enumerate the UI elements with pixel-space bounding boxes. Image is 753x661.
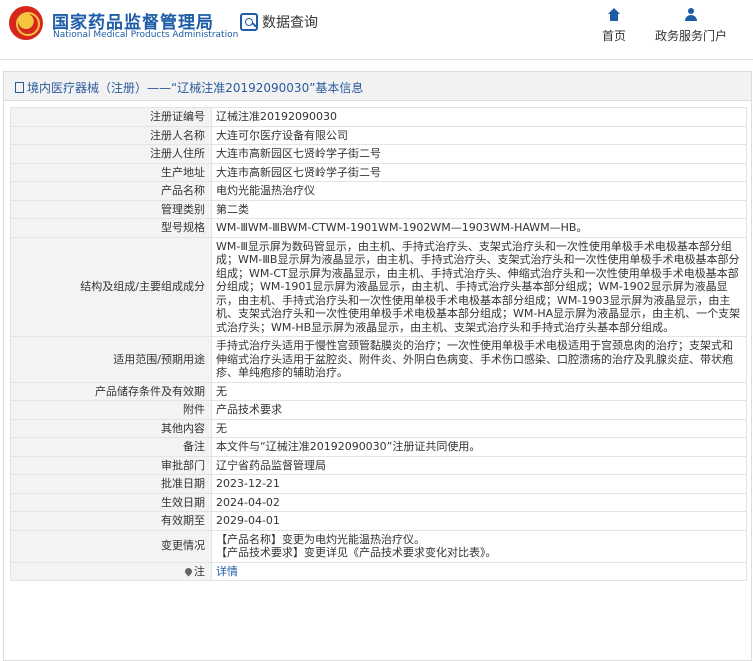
storage-validity-value: 无 — [211, 381, 747, 401]
row-label: 审批部门 — [10, 455, 212, 475]
nav-home-label: 首页 — [602, 29, 627, 43]
panel-header: 境内医疗器械（注册）——“辽械注准20192090030”基本信息 — [4, 72, 751, 101]
row-label: 产品储存条件及有效期 — [10, 381, 212, 401]
nav-gov-service-label: 政务服务门户 — [655, 29, 728, 43]
table-row: 注 详情 — [10, 561, 747, 581]
change-info-value: 【产品名称】变更为电灼光能温热治疗仪。 【产品技术要求】变更详见《产品技术要求变… — [211, 529, 747, 563]
row-label: 附件 — [10, 400, 212, 420]
row-label: 注册证编号 — [10, 107, 212, 127]
note-value-cell: 详情 — [211, 561, 747, 581]
data-query-title: 数据查询 — [262, 15, 318, 31]
nav-gov-service-portal[interactable]: 政务服务门户 — [655, 8, 727, 44]
row-label: 管理类别 — [10, 199, 212, 219]
details-link[interactable]: 详情 — [216, 565, 238, 578]
row-label: 注册人名称 — [10, 125, 212, 145]
logo-title-en[interactable]: National Medical Products Administration — [53, 30, 238, 40]
registration-info-table: 注册证编号 辽械注准20192090030 注册人名称 大连可尔医疗设备有限公司… — [10, 107, 747, 581]
attachment-value: 产品技术要求 — [211, 400, 747, 420]
row-label: 适用范围/预期用途 — [10, 336, 212, 383]
table-row: 注册人名称 大连可尔医疗设备有限公司 — [10, 125, 747, 145]
panel-title: 境内医疗器械（注册）——“辽械注准20192090030”基本信息 — [27, 81, 364, 95]
intended-use-value: 手持式治疗头适用于慢性宫颈管黏膜炎的治疗；一次性使用单极手术电极适用于宫颈息肉的… — [211, 336, 747, 383]
nav-home[interactable]: 首页 — [602, 8, 626, 44]
table-row: 管理类别 第二类 — [10, 199, 747, 219]
registration-number-value: 辽械注准20192090030 — [211, 107, 747, 127]
table-row: 生效日期 2024-04-02 — [10, 492, 747, 512]
management-category-value: 第二类 — [211, 199, 747, 219]
pin-icon — [183, 566, 194, 576]
row-label: 变更情况 — [10, 529, 212, 563]
header-divider — [0, 59, 753, 60]
site-header: 国家药品监督管理局 National Medical Products Admi… — [0, 0, 753, 56]
home-icon — [607, 8, 621, 22]
change-line-1: 【产品名称】变更为电灼光能温热治疗仪。 — [216, 532, 425, 546]
row-label: 生效日期 — [10, 492, 212, 512]
table-row: 变更情况 【产品名称】变更为电灼光能温热治疗仪。 【产品技术要求】变更详见《产品… — [10, 529, 747, 563]
registrant-name-value: 大连可尔医疗设备有限公司 — [211, 125, 747, 145]
table-row: 批准日期 2023-12-21 — [10, 474, 747, 494]
row-label: 其他内容 — [10, 418, 212, 438]
note-label-cell: 注 — [10, 561, 212, 581]
structure-composition-value: WM-Ⅲ显示屏为数码管显示，由主机、手持式治疗头、支架式治疗头和一次性使用单极手… — [211, 236, 747, 337]
row-label: 批准日期 — [10, 474, 212, 494]
row-label: 结构及组成/主要组成成分 — [10, 236, 212, 337]
effective-date-value: 2024-04-02 — [211, 492, 747, 512]
row-label: 注 — [194, 564, 205, 578]
row-label: 产品名称 — [10, 181, 212, 201]
table-row: 有效期至 2029-04-01 — [10, 511, 747, 531]
row-label: 注册人住所 — [10, 144, 212, 164]
nmpa-emblem-icon[interactable] — [9, 6, 43, 40]
table-row: 产品名称 电灼光能温热治疗仪 — [10, 181, 747, 201]
production-address-value: 大连市高新园区七贤岭学子街二号 — [211, 162, 747, 182]
document-icon — [15, 82, 24, 93]
data-query-icon — [240, 13, 258, 31]
other-content-value: 无 — [211, 418, 747, 438]
table-row: 附件 产品技术要求 — [10, 400, 747, 420]
approval-date-value: 2023-12-21 — [211, 474, 747, 494]
table-row: 注册人住所 大连市高新园区七贤岭学子街二号 — [10, 144, 747, 164]
product-name-value: 电灼光能温热治疗仪 — [211, 181, 747, 201]
table-row: 审批部门 辽宁省药品监督管理局 — [10, 455, 747, 475]
detail-panel: 境内医疗器械（注册）——“辽械注准20192090030”基本信息 注册证编号 … — [3, 71, 752, 661]
user-icon — [684, 8, 698, 22]
table-row: 注册证编号 辽械注准20192090030 — [10, 107, 747, 127]
row-label: 生产地址 — [10, 162, 212, 182]
row-label: 有效期至 — [10, 511, 212, 531]
remarks-value: 本文件与“辽械注准20192090030”注册证共同使用。 — [211, 437, 747, 457]
registrant-address-value: 大连市高新园区七贤岭学子街二号 — [211, 144, 747, 164]
table-row: 产品储存条件及有效期 无 — [10, 381, 747, 401]
table-row: 型号规格 WM-ⅢWM-ⅢBWM-CTWM-1901WM-1902WM—1903… — [10, 218, 747, 238]
table-row: 适用范围/预期用途 手持式治疗头适用于慢性宫颈管黏膜炎的治疗；一次性使用单极手术… — [10, 336, 747, 383]
table-row: 生产地址 大连市高新园区七贤岭学子街二号 — [10, 162, 747, 182]
table-row: 备注 本文件与“辽械注准20192090030”注册证共同使用。 — [10, 437, 747, 457]
change-line-2: 【产品技术要求】变更详见《产品技术要求变化对比表》。 — [216, 546, 497, 559]
table-row: 其他内容 无 — [10, 418, 747, 438]
approval-department-value: 辽宁省药品监督管理局 — [211, 455, 747, 475]
row-label: 备注 — [10, 437, 212, 457]
row-label: 型号规格 — [10, 218, 212, 238]
table-row: 结构及组成/主要组成成分 WM-Ⅲ显示屏为数码管显示，由主机、手持式治疗头、支架… — [10, 236, 747, 337]
valid-until-value: 2029-04-01 — [211, 511, 747, 531]
model-spec-value: WM-ⅢWM-ⅢBWM-CTWM-1901WM-1902WM—1903WM-HA… — [211, 218, 747, 238]
